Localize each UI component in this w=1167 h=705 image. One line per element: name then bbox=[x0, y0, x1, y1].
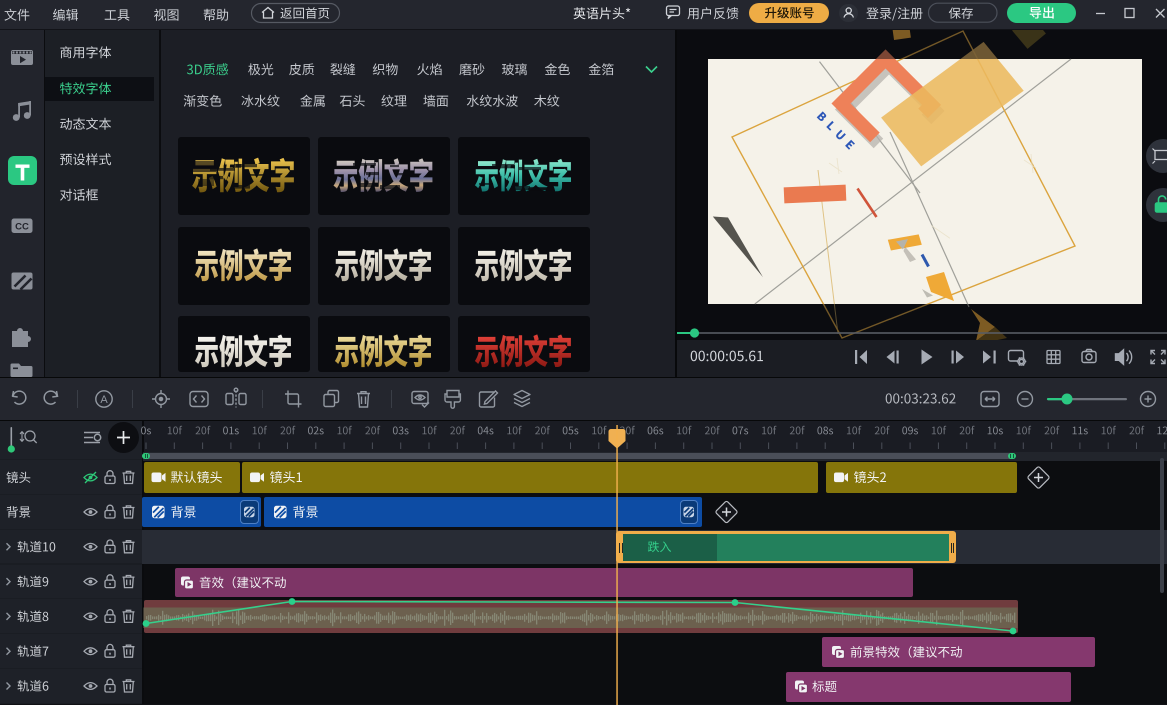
svg-text:CC: CC bbox=[15, 222, 29, 233]
svg-text:A: A bbox=[100, 394, 108, 406]
